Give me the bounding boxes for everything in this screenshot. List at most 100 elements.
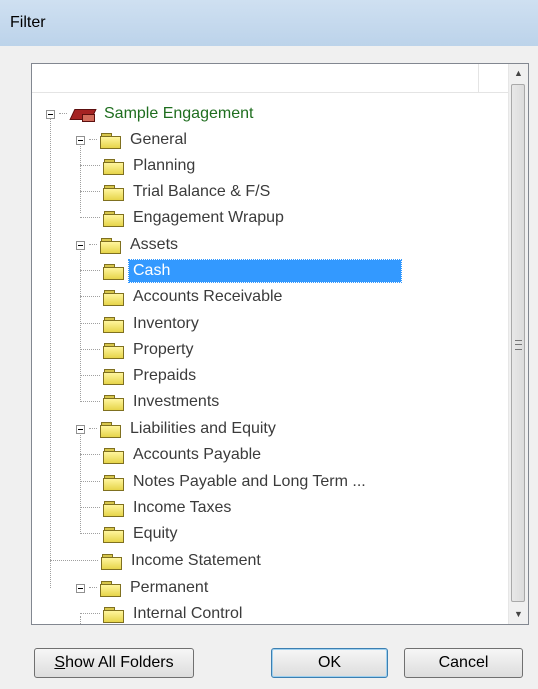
connector — [80, 613, 100, 615]
connector — [89, 139, 97, 141]
tree-node-label-selected: Cash — [128, 259, 402, 283]
connector — [80, 165, 100, 167]
tree-node-label: Equity — [133, 525, 178, 542]
tree-node-label: Income Statement — [131, 552, 261, 569]
tree-node-planning[interactable]: Planning — [80, 154, 195, 178]
tree-node-label: Engagement Wrapup — [133, 209, 284, 226]
collapse-icon[interactable] — [46, 109, 55, 119]
tree-node-engagement-wrapup[interactable]: Engagement Wrapup — [80, 206, 284, 230]
folder-icon — [100, 237, 122, 254]
tree-node-internal-control[interactable]: Internal Control — [80, 602, 243, 624]
connector — [80, 375, 100, 377]
tree-node-label: Permanent — [130, 579, 209, 596]
tree-node-label: Notes Payable and Long Term ... — [133, 473, 366, 490]
show-all-folders-button[interactable]: Show All Folders — [34, 648, 194, 678]
tree-node-label: Sample Engagement — [104, 105, 254, 122]
tree-header — [32, 64, 508, 93]
tree-node-cash[interactable]: Cash — [80, 259, 402, 283]
tree-node-label: Prepaids — [133, 367, 197, 384]
tree: Sample Engagement General Planning Trial… — [32, 92, 508, 624]
folder-icon — [103, 394, 125, 411]
tree-connector-line — [50, 114, 51, 588]
cancel-label: Cancel — [438, 654, 489, 671]
tree-node-trial-balance[interactable]: Trial Balance & F/S — [80, 180, 270, 204]
connector — [80, 217, 100, 219]
folder-icon — [100, 132, 122, 149]
folder-icon — [103, 316, 125, 333]
tree-node-label: Liabilities and Equity — [130, 420, 276, 437]
show-all-folders-access-key: S — [54, 654, 66, 671]
tree-node-label: General — [130, 131, 187, 148]
tree-node-label: Trial Balance & F/S — [133, 183, 271, 200]
collapse-icon[interactable] — [76, 135, 85, 145]
connector — [89, 244, 97, 246]
tree-node-label: Investments — [133, 393, 220, 410]
folder-icon — [100, 580, 122, 597]
window-title: Filter — [10, 14, 46, 31]
folder-icon — [103, 184, 125, 201]
tree-node-label: Accounts Receivable — [133, 288, 283, 305]
tree-node-accounts-payable[interactable]: Accounts Payable — [80, 443, 261, 467]
folder-icon — [103, 158, 125, 175]
grip-icon — [515, 340, 522, 350]
connector — [50, 560, 98, 562]
scroll-thumb[interactable] — [511, 84, 525, 602]
tree-node-permanent[interactable]: Permanent — [76, 576, 208, 600]
folder-icon — [103, 526, 125, 543]
connector — [80, 481, 100, 483]
tree-node-income-statement[interactable]: Income Statement — [50, 549, 261, 573]
connector — [80, 270, 100, 272]
cancel-button[interactable]: Cancel — [404, 648, 523, 678]
tree-node-liabilities-equity[interactable]: Liabilities and Equity — [76, 417, 276, 441]
tree-node-label: Property — [133, 341, 194, 358]
header-divider — [478, 64, 479, 92]
connector — [80, 191, 100, 193]
tree-node-investments[interactable]: Investments — [80, 390, 219, 414]
connector — [80, 401, 100, 403]
engagement-icon — [69, 106, 97, 122]
tree-node-label: Accounts Payable — [133, 446, 262, 463]
folder-icon — [100, 421, 122, 438]
tree-node-inventory[interactable]: Inventory — [80, 312, 199, 336]
connector — [80, 296, 100, 298]
tree-node-root[interactable]: Sample Engagement — [46, 102, 253, 126]
folder-icon — [103, 368, 125, 385]
title-bar: Filter — [0, 0, 538, 47]
ok-button[interactable]: OK — [271, 648, 388, 678]
tree-node-general[interactable]: General — [76, 128, 187, 152]
collapse-icon[interactable] — [76, 583, 85, 593]
folder-icon — [101, 553, 123, 570]
connector — [59, 113, 67, 115]
tree-node-label: Income Taxes — [133, 499, 232, 516]
folder-icon — [103, 263, 125, 280]
scroll-down-arrow-icon[interactable]: ▼ — [509, 605, 528, 623]
tree-node-label: Planning — [133, 157, 196, 174]
folder-icon — [103, 606, 125, 623]
vertical-scrollbar[interactable]: ▲ ▼ — [508, 64, 528, 624]
connector — [80, 507, 100, 509]
connector — [80, 533, 100, 535]
connector — [80, 454, 100, 456]
tree-node-assets[interactable]: Assets — [76, 233, 178, 257]
scroll-up-arrow-icon[interactable]: ▲ — [509, 64, 528, 82]
connector — [80, 349, 100, 351]
tree-node-label: Inventory — [133, 315, 199, 332]
show-all-folders-label: how All Folders — [65, 654, 174, 671]
tree-node-label: Internal Control — [133, 605, 243, 622]
folder-icon — [103, 289, 125, 306]
folder-icon — [103, 474, 125, 491]
tree-node-property[interactable]: Property — [80, 338, 193, 362]
collapse-icon[interactable] — [76, 240, 85, 250]
ok-label: OK — [317, 654, 342, 671]
folder-icon — [103, 210, 125, 227]
tree-node-prepaids[interactable]: Prepaids — [80, 364, 196, 388]
tree-node-accounts-receivable[interactable]: Accounts Receivable — [80, 285, 282, 309]
connector — [89, 587, 97, 589]
collapse-icon[interactable] — [76, 424, 85, 434]
tree-node-income-taxes[interactable]: Income Taxes — [80, 496, 231, 520]
folder-icon — [103, 500, 125, 517]
folder-icon — [103, 447, 125, 464]
tree-node-notes-payable[interactable]: Notes Payable and Long Term ... — [80, 470, 366, 494]
tree-node-equity[interactable]: Equity — [80, 522, 177, 546]
folder-tree-view[interactable]: ▲ ▼ Sample Engagement General Planning T… — [31, 63, 529, 625]
